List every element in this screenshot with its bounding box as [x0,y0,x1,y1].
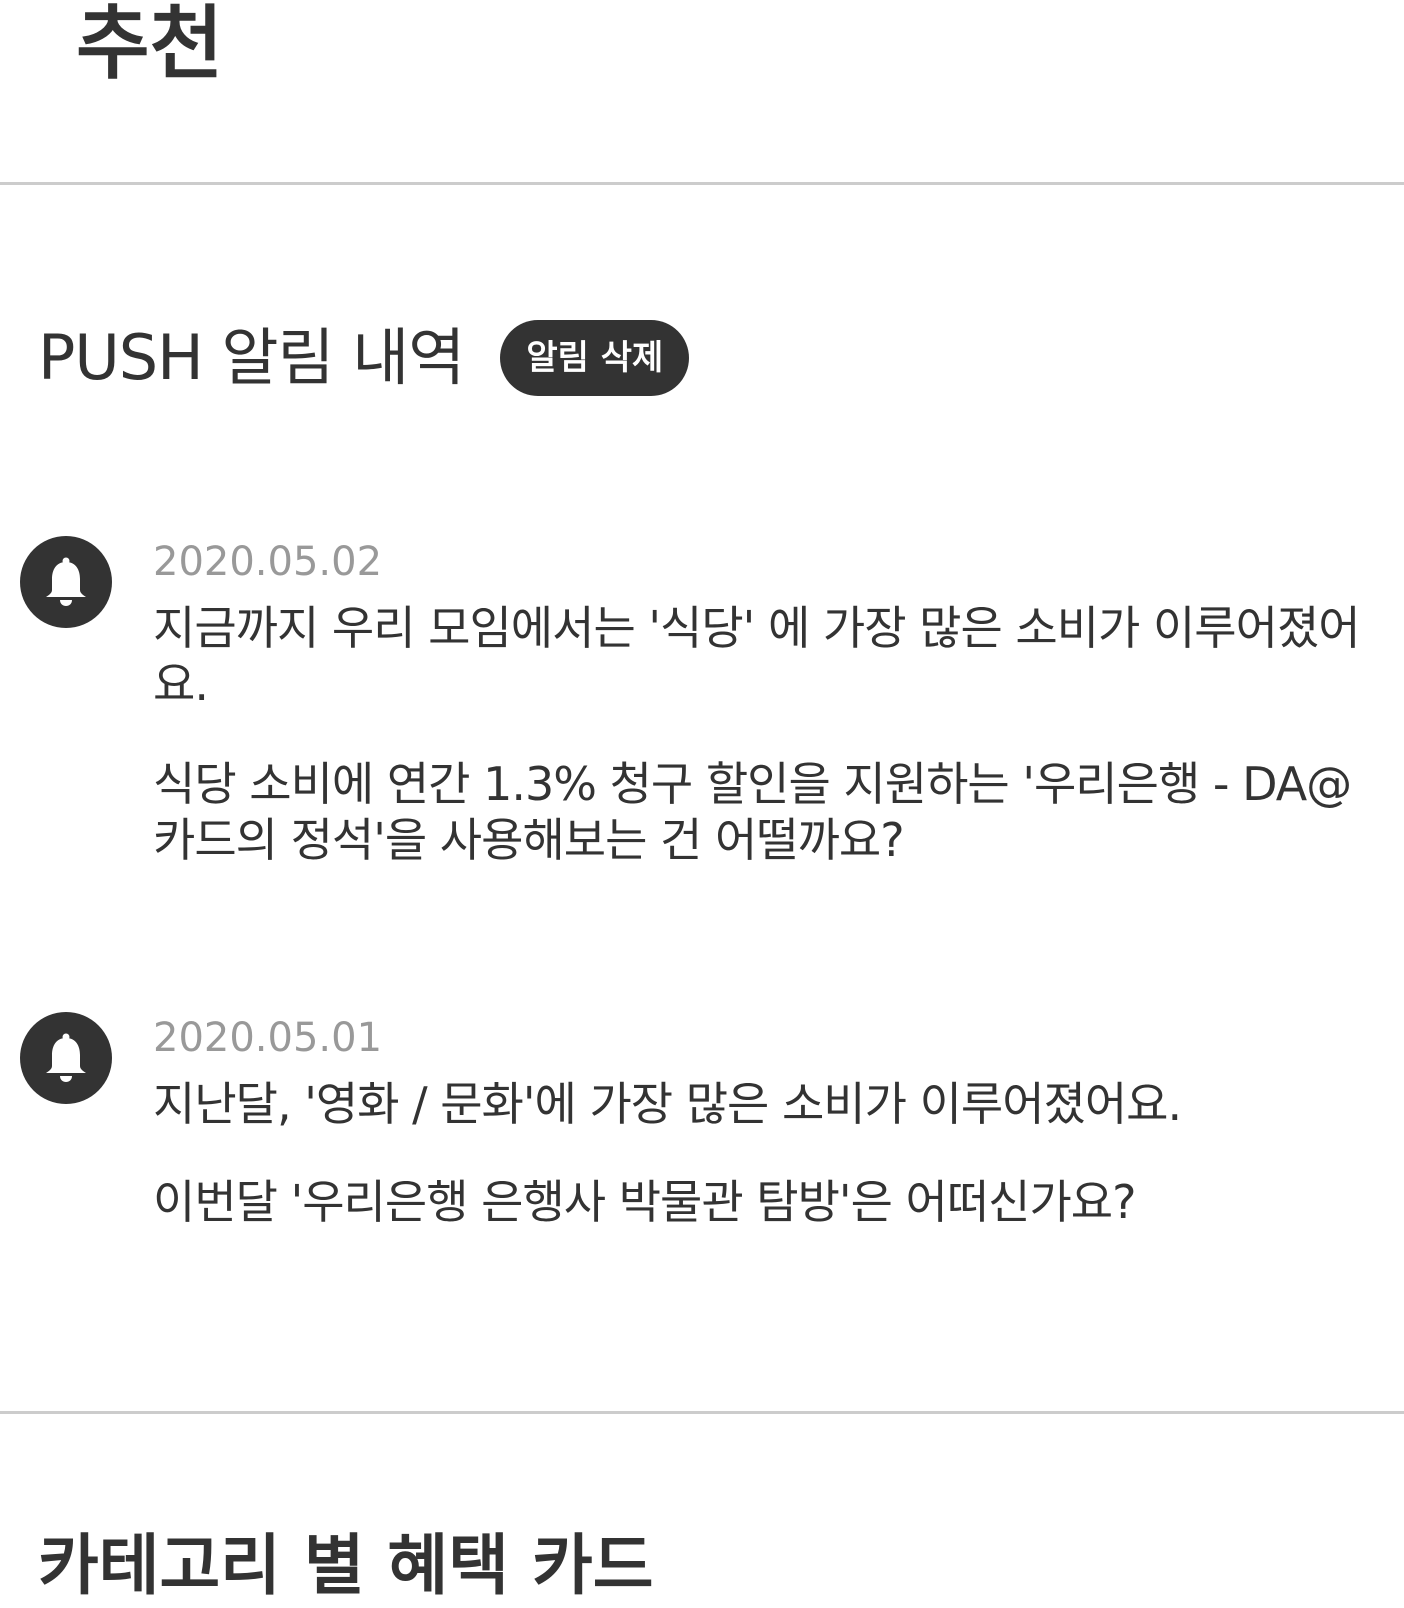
bell-icon [20,536,112,628]
section-divider [0,1411,1404,1414]
header-divider [0,182,1404,185]
notification-message: 지난달, '영화 / 문화'에 가장 많은 소비가 이루어졌어요. [153,1077,1182,1131]
notification-message: 이번달 '우리은행 은행사 박물관 탐방'은 어떠신가요? [153,1175,1137,1229]
notification-message: 지금까지 우리 모임에서는 '식당' 에 가장 많은 소비가 이루어졌어요. [153,601,1361,711]
notification-date: 2020.05.02 [153,539,383,585]
page-title: 추천 [76,0,224,90]
notification-message: 식당 소비에 연간 1.3% 청구 할인을 지원하는 '우리은행 - DA@카드… [153,757,1352,867]
push-section-header: PUSH 알림 내역 알림 삭제 [38,318,690,398]
delete-notifications-button[interactable]: 알림 삭제 [500,320,690,396]
bell-icon [20,1012,112,1104]
notification-body: 2020.05.02 지금까지 우리 모임에서는 '식당' 에 가장 많은 소비… [153,536,1383,868]
notification-date: 2020.05.01 [153,1015,383,1061]
push-section-title: PUSH 알림 내역 [38,321,465,394]
category-section-title: 카테고리 별 혜택 카드 [38,1527,654,1604]
notification-body: 2020.05.01 지난달, '영화 / 문화'에 가장 많은 소비가 이루어… [153,1012,1383,1230]
